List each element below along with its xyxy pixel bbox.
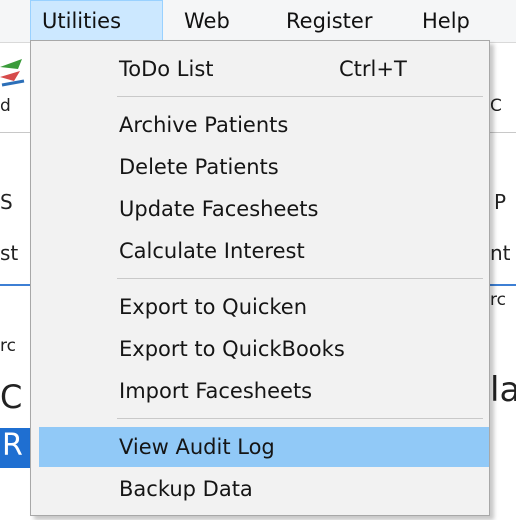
- menu-register[interactable]: Register: [286, 0, 372, 42]
- menu-separator: [117, 418, 483, 419]
- menu-web[interactable]: Web: [184, 0, 230, 42]
- menu-bar: Utilities Web Register Help: [0, 0, 516, 43]
- bg-fragment-c: C: [0, 378, 23, 416]
- menu-item-label: Import Facesheets: [119, 379, 313, 403]
- menu-item-label: View Audit Log: [119, 435, 275, 459]
- menu-item-label: Calculate Interest: [119, 239, 305, 263]
- menu-item-todo-list[interactable]: ToDo List Ctrl+T: [39, 49, 489, 89]
- bg-fragment-la: la: [490, 370, 516, 410]
- menu-help[interactable]: Help: [422, 0, 470, 42]
- app-logo-icon: [0, 59, 25, 87]
- menu-item-archive-patients[interactable]: Archive Patients: [39, 105, 489, 145]
- menu-item-import-facesheets[interactable]: Import Facesheets: [39, 371, 489, 411]
- menu-item-backup-data[interactable]: Backup Data: [39, 469, 489, 509]
- bg-fragment-c-right: C: [490, 96, 502, 116]
- menu-item-update-facesheets[interactable]: Update Facesheets: [39, 189, 489, 229]
- menu-utilities[interactable]: Utilities: [30, 0, 163, 42]
- bg-fragment-p: P: [494, 190, 507, 214]
- bg-fragment-rc: rc: [0, 336, 16, 356]
- menu-item-view-audit-log[interactable]: View Audit Log: [39, 427, 489, 467]
- menu-item-export-quickbooks[interactable]: Export to QuickBooks: [39, 329, 489, 369]
- utilities-dropdown-menu: ToDo List Ctrl+T Archive Patients Delete…: [30, 40, 490, 516]
- menu-item-label: Backup Data: [119, 477, 253, 501]
- menu-item-label: Export to Quicken: [119, 295, 308, 319]
- menu-item-calculate-interest[interactable]: Calculate Interest: [39, 231, 489, 271]
- menu-item-delete-patients[interactable]: Delete Patients: [39, 147, 489, 187]
- menu-item-label: ToDo List: [119, 57, 214, 81]
- bg-fragment-rc-right: rc: [490, 290, 506, 310]
- bg-fragment-s: S: [0, 190, 13, 214]
- menu-separator: [117, 278, 483, 279]
- menu-item-label: Export to QuickBooks: [119, 337, 345, 361]
- bg-fragment-d: d: [0, 96, 11, 116]
- menu-item-shortcut: Ctrl+T: [339, 57, 407, 81]
- menu-item-label: Archive Patients: [119, 113, 289, 137]
- menu-item-label: Delete Patients: [119, 155, 279, 179]
- bg-fragment-r: R: [2, 428, 23, 463]
- menu-item-export-quicken[interactable]: Export to Quicken: [39, 287, 489, 327]
- menu-item-label: Update Facesheets: [119, 197, 319, 221]
- bg-fragment-st: st: [0, 241, 19, 265]
- bg-fragment-nt: nt: [490, 241, 511, 265]
- menu-separator: [117, 96, 483, 97]
